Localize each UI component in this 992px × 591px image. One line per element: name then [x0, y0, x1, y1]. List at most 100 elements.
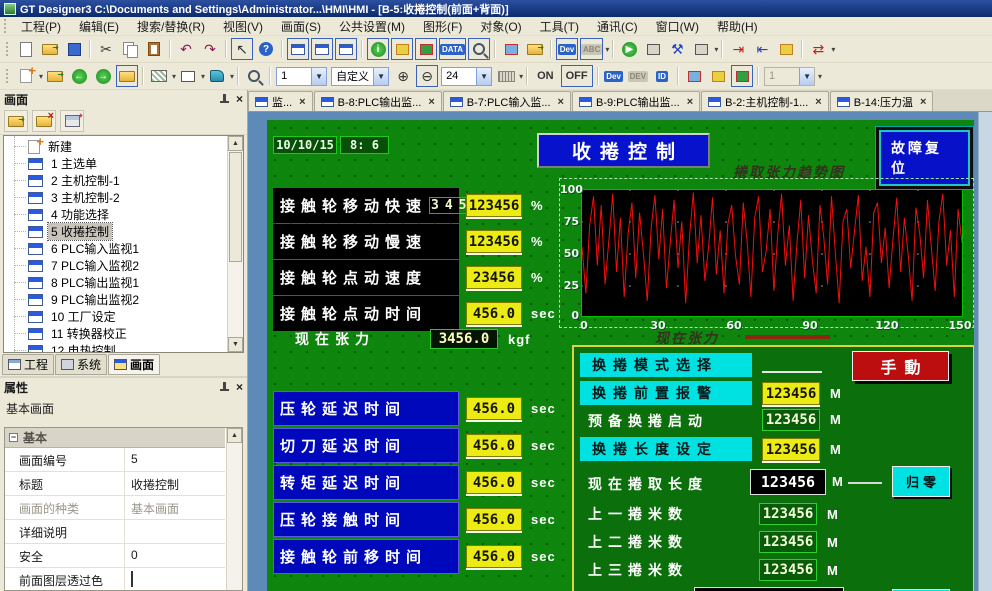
meter-value[interactable]: 123456 [759, 559, 817, 581]
tree-item[interactable]: 11 转换器校正 [4, 325, 226, 342]
new-project-button[interactable] [15, 38, 37, 60]
data-browser-button[interactable]: DATA [439, 38, 466, 60]
communication-setup-button[interactable]: ⇄ [807, 38, 829, 60]
tree-item[interactable]: 7 PLC输入监视2 [4, 257, 226, 274]
tree-item[interactable]: 6 PLC输入监视1 [4, 240, 226, 257]
system-device-button[interactable]: DEV [627, 65, 649, 87]
onscreen-keyboard-button[interactable] [495, 65, 517, 87]
zoom-area-button[interactable] [243, 65, 265, 87]
menu-item[interactable]: 工程(P) [12, 17, 70, 36]
property-value[interactable] [125, 520, 225, 543]
new-screen-chevron[interactable]: ▾ [39, 72, 43, 81]
shape-frame-button[interactable] [177, 65, 199, 87]
meter-value[interactable]: 123456 [759, 503, 817, 525]
hmi-row-label[interactable]: 切刀延迟时间 [273, 428, 459, 463]
scale-combobox[interactable]: 24▼ [441, 67, 492, 86]
value-field[interactable]: 456.0 [466, 397, 522, 420]
copy-button[interactable] [119, 38, 141, 60]
close-tab-icon[interactable] [687, 96, 693, 108]
device-display-button[interactable]: Dev [603, 65, 625, 87]
simulator-settings-button[interactable]: ⚒ [666, 38, 688, 60]
zoom-mode-arrow[interactable]: ▼ [373, 68, 388, 85]
prep-value[interactable]: 123456 [762, 409, 820, 431]
menu-item[interactable]: 对象(O) [471, 17, 530, 36]
toolbar2-overflow-chevron[interactable]: ▾ [818, 72, 822, 81]
screen-image-list-button[interactable] [287, 38, 309, 60]
pattern-fill-button[interactable] [148, 65, 170, 87]
tree-item[interactable]: 2 主机控制-1 [4, 172, 226, 189]
screen-window-button[interactable] [311, 38, 333, 60]
mode-select-label[interactable]: 换捲模式选择 [580, 353, 752, 377]
document-tab[interactable]: B-2:主机控制-1... [701, 91, 829, 111]
tree-item-new[interactable]: 新建 [4, 138, 226, 155]
close-tab-icon[interactable] [815, 96, 821, 108]
current-tension-value[interactable]: 3456.0 [430, 329, 498, 349]
date-display[interactable]: 10/10/15 [273, 136, 337, 154]
front-layer-button[interactable] [683, 65, 705, 87]
value-field[interactable]: 123456 [466, 230, 522, 253]
hmi-row-label[interactable]: 转矩延迟时间 [273, 465, 459, 500]
property-scrollbar[interactable]: ▲ [226, 428, 242, 590]
scroll-down-icon[interactable]: ▼ [228, 337, 243, 352]
value-field[interactable]: 456.0 [466, 471, 522, 494]
tree-item[interactable]: 4 功能选择 [4, 206, 226, 223]
pin-icon[interactable] [219, 382, 230, 393]
close-panel-icon[interactable] [236, 93, 243, 105]
verify-button[interactable] [775, 38, 797, 60]
window-arrange-button[interactable] [500, 38, 522, 60]
paint-color-button[interactable] [206, 65, 228, 87]
tree-item[interactable]: 1 主选单 [4, 155, 226, 172]
scroll-thumb[interactable] [229, 152, 242, 262]
close-tab-icon[interactable] [920, 96, 926, 108]
simulator-start-button[interactable]: ▶ [618, 38, 640, 60]
hmi-row-label[interactable]: 接触轮点动速度 [273, 260, 459, 295]
zoom-mode-combobox[interactable]: 自定义▼ [331, 67, 389, 86]
hmi-row-label[interactable]: 接触轮移动慢速 [273, 224, 459, 259]
tab-project[interactable]: 工程 [2, 354, 54, 375]
device-on-button[interactable]: ON [532, 65, 559, 87]
comm-overflow-chevron[interactable]: ▾ [831, 45, 835, 54]
property-row[interactable]: 详细说明 [5, 520, 225, 544]
menu-item[interactable]: 帮助(H) [708, 17, 767, 36]
undo-button[interactable]: ↶ [175, 38, 197, 60]
device-list-button[interactable]: Dev [556, 38, 578, 60]
back-layer-button[interactable] [707, 65, 729, 87]
menu-item[interactable]: 工具(T) [531, 17, 588, 36]
property-row[interactable]: 前面图层透过色 [5, 568, 225, 591]
delete-screen-tool-button[interactable] [32, 110, 56, 132]
value-field[interactable]: 23456 [466, 266, 522, 289]
simulator-update-button[interactable] [642, 38, 664, 60]
value-field[interactable]: 456.0 [466, 545, 522, 568]
hmi-row-label[interactable]: 接触轮前移时间 [273, 539, 459, 574]
pattern-chevron[interactable]: ▾ [172, 72, 176, 81]
value-field[interactable]: 456.0 [466, 302, 522, 325]
document-tab[interactable]: B-8:PLC输出监... [314, 91, 442, 111]
value-field[interactable]: 123456 [466, 194, 522, 217]
new-screen-button[interactable] [15, 65, 37, 87]
transfer-button[interactable] [524, 38, 546, 60]
simulator-stop-button[interactable] [690, 38, 712, 60]
open-screen-tool-button[interactable] [4, 110, 28, 132]
collapse-icon[interactable] [9, 433, 18, 442]
object-id-button[interactable]: ID [651, 65, 673, 87]
open-screen-button[interactable] [44, 65, 66, 87]
property-row[interactable]: 安全 0 [5, 544, 225, 568]
close-tab-icon[interactable] [428, 96, 434, 108]
property-group-header[interactable]: 基本 [5, 428, 225, 448]
paste-button[interactable] [143, 38, 165, 60]
document-tab[interactable]: B-9:PLC输出监... [572, 91, 700, 111]
read-from-got-button[interactable]: ⇤ [751, 38, 773, 60]
menu-item[interactable]: 公共设置(M) [330, 17, 414, 36]
trend-chart[interactable]: 100 75 50 25 0 0 30 60 90 120 150 [559, 178, 974, 328]
screen-number-combobox[interactable]: 1▼ [276, 67, 327, 86]
preview-screen-tool-button[interactable] [60, 110, 84, 132]
time-display[interactable]: 8: 6 [340, 136, 389, 154]
save-project-button[interactable] [63, 38, 85, 60]
zoom-out-button[interactable]: ⊖ [416, 65, 438, 87]
comment-list-button[interactable] [391, 38, 413, 60]
close-tab-icon[interactable] [558, 96, 564, 108]
document-tab[interactable]: 监... [248, 91, 313, 111]
zoom-in-button[interactable]: ⊕ [392, 65, 414, 87]
tree-item[interactable]: 5 收捲控制 [4, 223, 226, 240]
both-layer-button[interactable] [731, 65, 753, 87]
